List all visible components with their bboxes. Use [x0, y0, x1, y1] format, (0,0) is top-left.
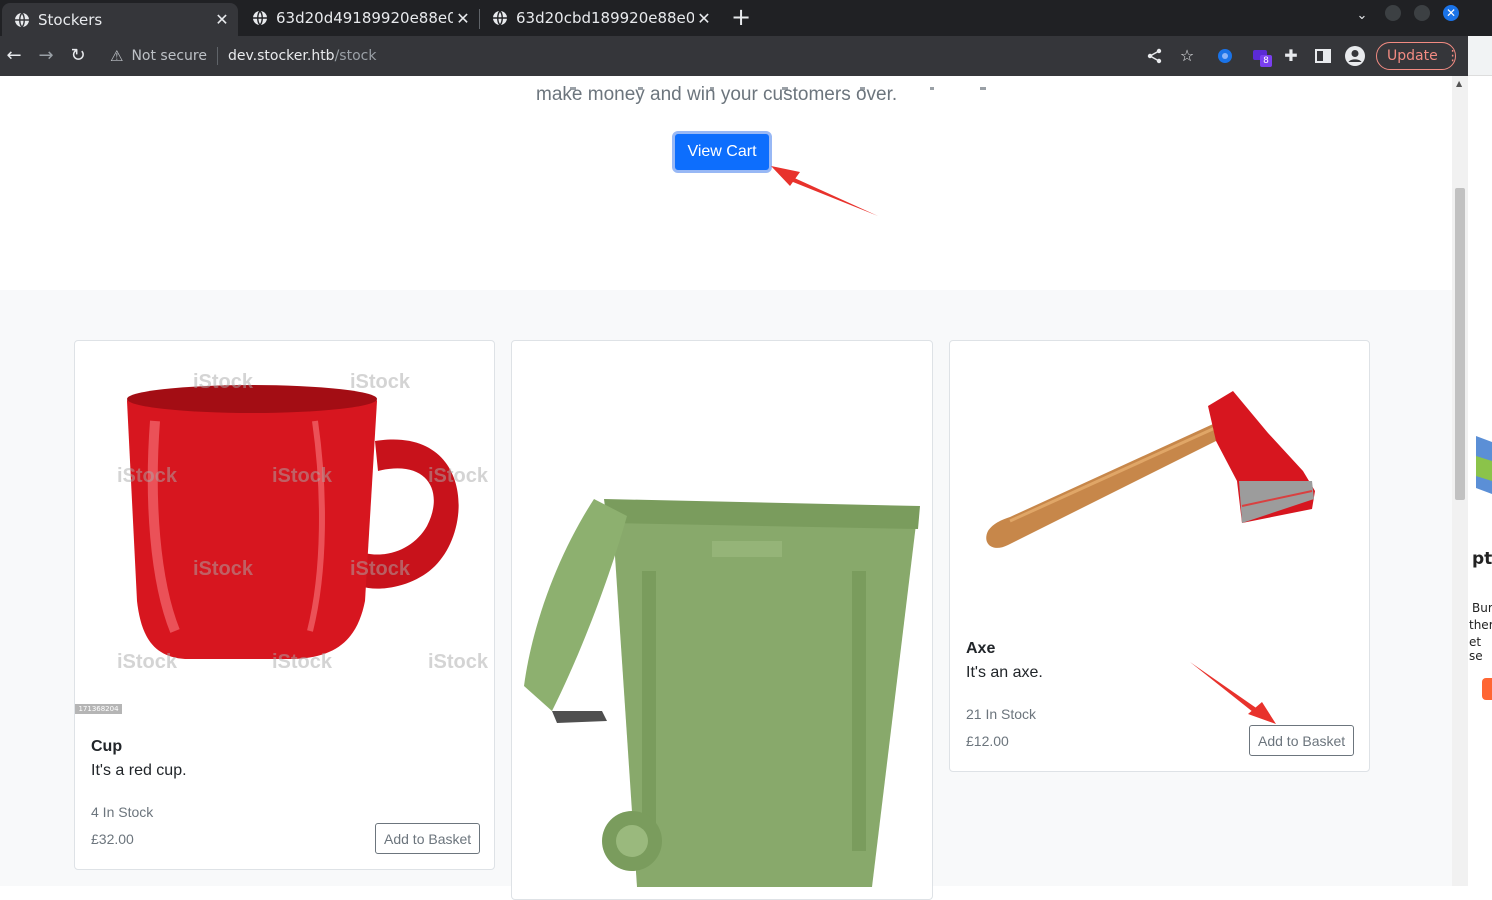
scrollbar-thumb[interactable]: [1455, 188, 1465, 500]
annotation-arrows: [771, 166, 1276, 724]
background-window-header: [1468, 36, 1492, 76]
background-orange-button: [1482, 678, 1492, 700]
background-text: Bur: [1472, 601, 1492, 615]
background-window: pt Bur ther et se: [1468, 36, 1492, 886]
background-text: et se: [1469, 635, 1483, 663]
scroll-up-arrow-icon[interactable]: ▲: [1456, 80, 1464, 88]
background-text: ther: [1469, 618, 1492, 632]
background-heading: pt: [1472, 549, 1492, 569]
background-app-icon: [1468, 436, 1492, 496]
